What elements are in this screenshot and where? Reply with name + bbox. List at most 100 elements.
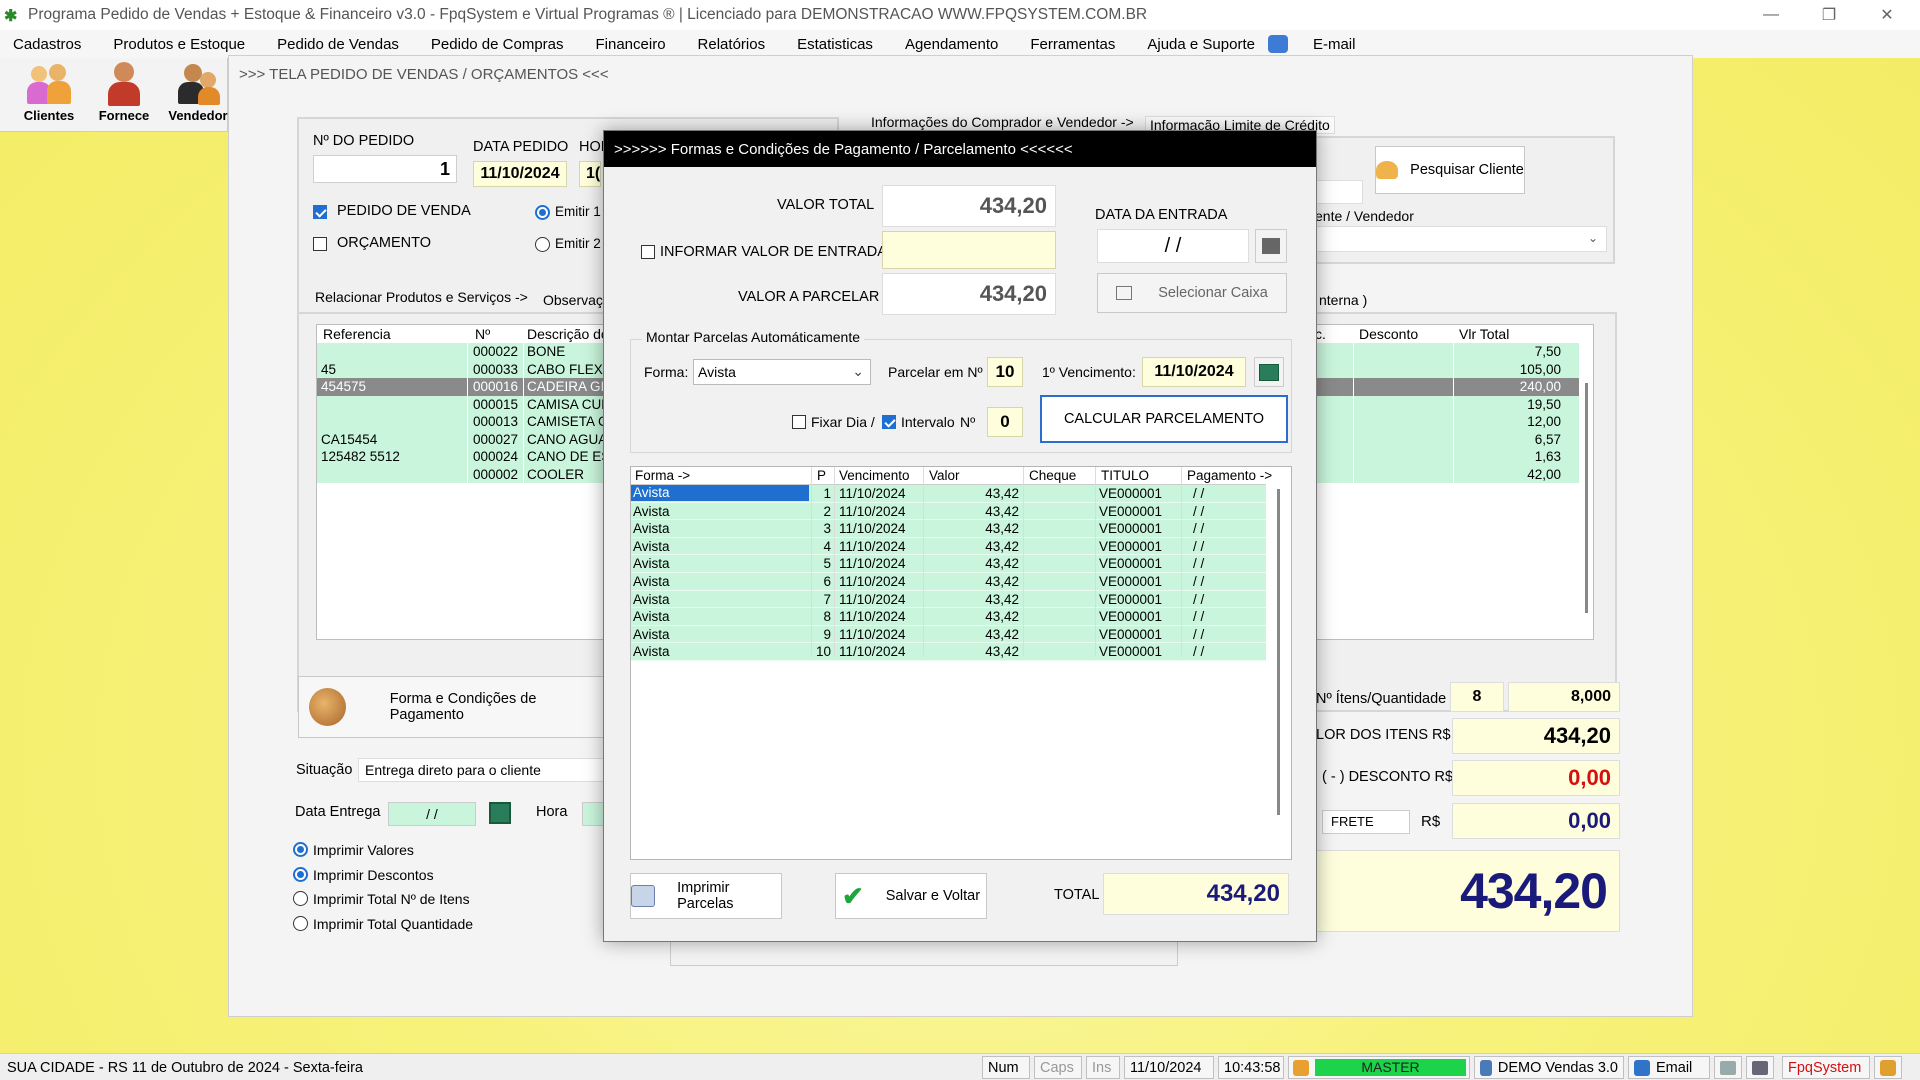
imprimir-parcelas-button[interactable]: Imprimir Parcelas — [630, 873, 782, 919]
installment-forma: Avista — [633, 644, 670, 660]
emitir2-radio[interactable] — [535, 237, 550, 252]
installment-row[interactable]: Avista 1 11/10/2024 43,42 VE000001 / / — [631, 485, 1266, 503]
menu-produtos[interactable]: Produtos e Estoque — [100, 36, 264, 53]
monitor-icon[interactable] — [1746, 1056, 1774, 1079]
frete-select[interactable]: FRETE — [1322, 810, 1410, 834]
exit-icon[interactable] — [1874, 1056, 1902, 1079]
informar-entrada-checkbox[interactable] — [641, 245, 655, 259]
fornece-button[interactable]: Fornece — [87, 60, 161, 130]
installment-pagamento: / / — [1193, 644, 1205, 660]
calcular-button[interactable]: CALCULAR PARCELAMENTO — [1040, 395, 1288, 443]
minimize-button[interactable]: — — [1742, 0, 1800, 30]
order-time-input[interactable]: 1( — [579, 161, 601, 187]
calendar-icon[interactable] — [1254, 357, 1284, 387]
col-vencimento: Vencimento — [839, 468, 910, 483]
valor-entrada-input[interactable] — [882, 231, 1056, 269]
tab-interna[interactable]: nterna ) — [1319, 292, 1367, 308]
pedido-venda-checkbox[interactable] — [313, 205, 327, 219]
menu-cadastros[interactable]: Cadastros — [0, 36, 100, 53]
calendar-icon[interactable] — [489, 802, 511, 824]
valor-parcelar-input[interactable]: 434,20 — [882, 273, 1056, 315]
forma-select[interactable]: Avista ⌄ — [693, 359, 871, 385]
forma-pagamento-button[interactable]: Forma e Condições de Pagamento — [298, 676, 608, 738]
valor-total-input[interactable]: 434,20 — [882, 185, 1056, 227]
installment-row[interactable]: Avista 5 11/10/2024 43,42 VE000001 / / — [631, 555, 1266, 573]
installments-scrollbar[interactable] — [1277, 489, 1280, 815]
menu-relatorios[interactable]: Relatórios — [685, 36, 785, 53]
clientes-label: Clientes — [23, 108, 75, 123]
installment-row[interactable]: Avista 2 11/10/2024 43,42 VE000001 / / — [631, 502, 1266, 521]
vencimento-input[interactable]: 11/10/2024 — [1142, 357, 1246, 387]
row-desc: CAMISA CUF — [527, 396, 607, 412]
selecionar-caixa-button[interactable]: Selecionar Caixa — [1097, 273, 1287, 313]
order-number-input[interactable]: 1 — [313, 155, 457, 183]
client-input[interactable] — [1311, 180, 1363, 204]
installment-vencimento: 11/10/2024 — [839, 486, 906, 501]
pesquisar-cliente-label: Pesquisar Cliente — [1410, 162, 1524, 178]
installment-row[interactable]: Avista 7 11/10/2024 43,42 VE000001 / / — [631, 590, 1266, 609]
support-icon[interactable] — [1267, 35, 1288, 53]
installment-p: 7 — [823, 591, 831, 607]
intervalo-input[interactable]: 0 — [987, 407, 1023, 437]
imprimir-total-qtd-radio[interactable] — [293, 916, 308, 931]
products-scrollbar[interactable] — [1585, 383, 1588, 613]
installment-row[interactable]: Avista 3 11/10/2024 43,42 VE000001 / / — [631, 520, 1266, 538]
pedido-venda-label: PEDIDO DE VENDA — [337, 203, 471, 219]
installment-pagamento: / / — [1193, 574, 1205, 589]
intervalo-label: Intervalo — [901, 414, 955, 430]
installment-row[interactable]: Avista 6 11/10/2024 43,42 VE000001 / / — [631, 573, 1266, 591]
installment-row[interactable]: Avista 9 11/10/2024 43,42 VE000001 / / — [631, 625, 1266, 644]
menu-agendamento[interactable]: Agendamento — [892, 36, 1017, 53]
menu-pedido-compras[interactable]: Pedido de Compras — [418, 36, 583, 53]
status-email[interactable]: Email — [1628, 1056, 1710, 1079]
vendedor-button[interactable]: Vendedor — [161, 60, 235, 130]
parcelar-input[interactable]: 10 — [987, 357, 1023, 387]
installments-grid[interactable]: Forma -> P Vencimento Valor Cheque TITUL… — [630, 466, 1292, 860]
installments-header: Forma -> P Vencimento Valor Cheque TITUL… — [631, 467, 1272, 485]
row-desc: CAMISETA C — [527, 414, 607, 429]
menu-ferramentas[interactable]: Ferramentas — [1017, 36, 1134, 53]
installment-titulo: VE000001 — [1099, 538, 1163, 554]
installment-valor: 43,42 — [985, 574, 1019, 589]
imprimir-valores-radio[interactable] — [293, 842, 308, 857]
imprimir-descontos-radio[interactable] — [293, 867, 308, 882]
clientes-button[interactable]: Clientes — [12, 60, 86, 130]
close-button[interactable]: ✕ — [1858, 0, 1916, 30]
emitir1-radio[interactable] — [535, 205, 550, 220]
chevron-down-icon: ⌄ — [1587, 231, 1598, 245]
situacao-input[interactable]: Entrega direto para o cliente — [358, 758, 608, 782]
tab-produtos[interactable]: Relacionar Produtos e Serviços -> — [315, 289, 528, 305]
installment-row[interactable]: Avista 4 11/10/2024 43,42 VE000001 / / — [631, 537, 1266, 556]
menu-estatisticas[interactable]: Estatisticas — [784, 36, 892, 53]
data-entrada-input[interactable]: / / — [1097, 229, 1249, 263]
total-value: 434,20 — [1103, 873, 1289, 915]
row-desc: CANO AGUA — [527, 431, 607, 447]
intervalo-checkbox[interactable] — [882, 415, 896, 429]
orcamento-checkbox[interactable] — [313, 237, 327, 251]
tab-observacoes[interactable]: Observaç — [543, 292, 603, 308]
tab-info-comprador[interactable]: Informações do Comprador e Vendedor -> — [871, 114, 1134, 130]
menu-financeiro[interactable]: Financeiro — [583, 36, 685, 53]
calendar-icon[interactable] — [1255, 229, 1287, 263]
salvar-voltar-button[interactable]: ✔ Salvar e Voltar — [835, 873, 987, 919]
row-desc: CABO FLEXE — [527, 361, 607, 377]
menu-email[interactable]: E-mail — [1300, 36, 1375, 53]
installment-row[interactable]: Avista 8 11/10/2024 43,42 VE000001 / / — [631, 608, 1266, 626]
installment-titulo: VE000001 — [1099, 591, 1163, 607]
installment-vencimento: 11/10/2024 — [839, 574, 906, 589]
installment-row[interactable]: Avista 10 11/10/2024 43,42 VE000001 / / — [631, 643, 1266, 661]
vendedor-select[interactable]: ⌄ — [1311, 226, 1607, 252]
pesquisar-cliente-button[interactable]: Pesquisar Cliente — [1375, 146, 1525, 194]
menu-ajuda[interactable]: Ajuda e Suporte — [1134, 36, 1274, 53]
imprimir-total-itens-radio[interactable] — [293, 891, 308, 906]
menu-pedido-vendas[interactable]: Pedido de Vendas — [264, 36, 418, 53]
fixar-dia-checkbox[interactable] — [792, 415, 806, 429]
vencimento-label: 1º Vencimento: — [1042, 364, 1136, 380]
restore-button[interactable]: ❐ — [1800, 0, 1858, 30]
col-cheque: Cheque — [1029, 468, 1077, 483]
print-icon[interactable] — [1714, 1056, 1742, 1079]
data-entrega-input[interactable]: / / — [388, 802, 476, 826]
installment-titulo: VE000001 — [1099, 521, 1163, 537]
row-desc: CADEIRA GI — [527, 379, 605, 394]
order-date-input[interactable]: 11/10/2024 — [473, 161, 567, 187]
